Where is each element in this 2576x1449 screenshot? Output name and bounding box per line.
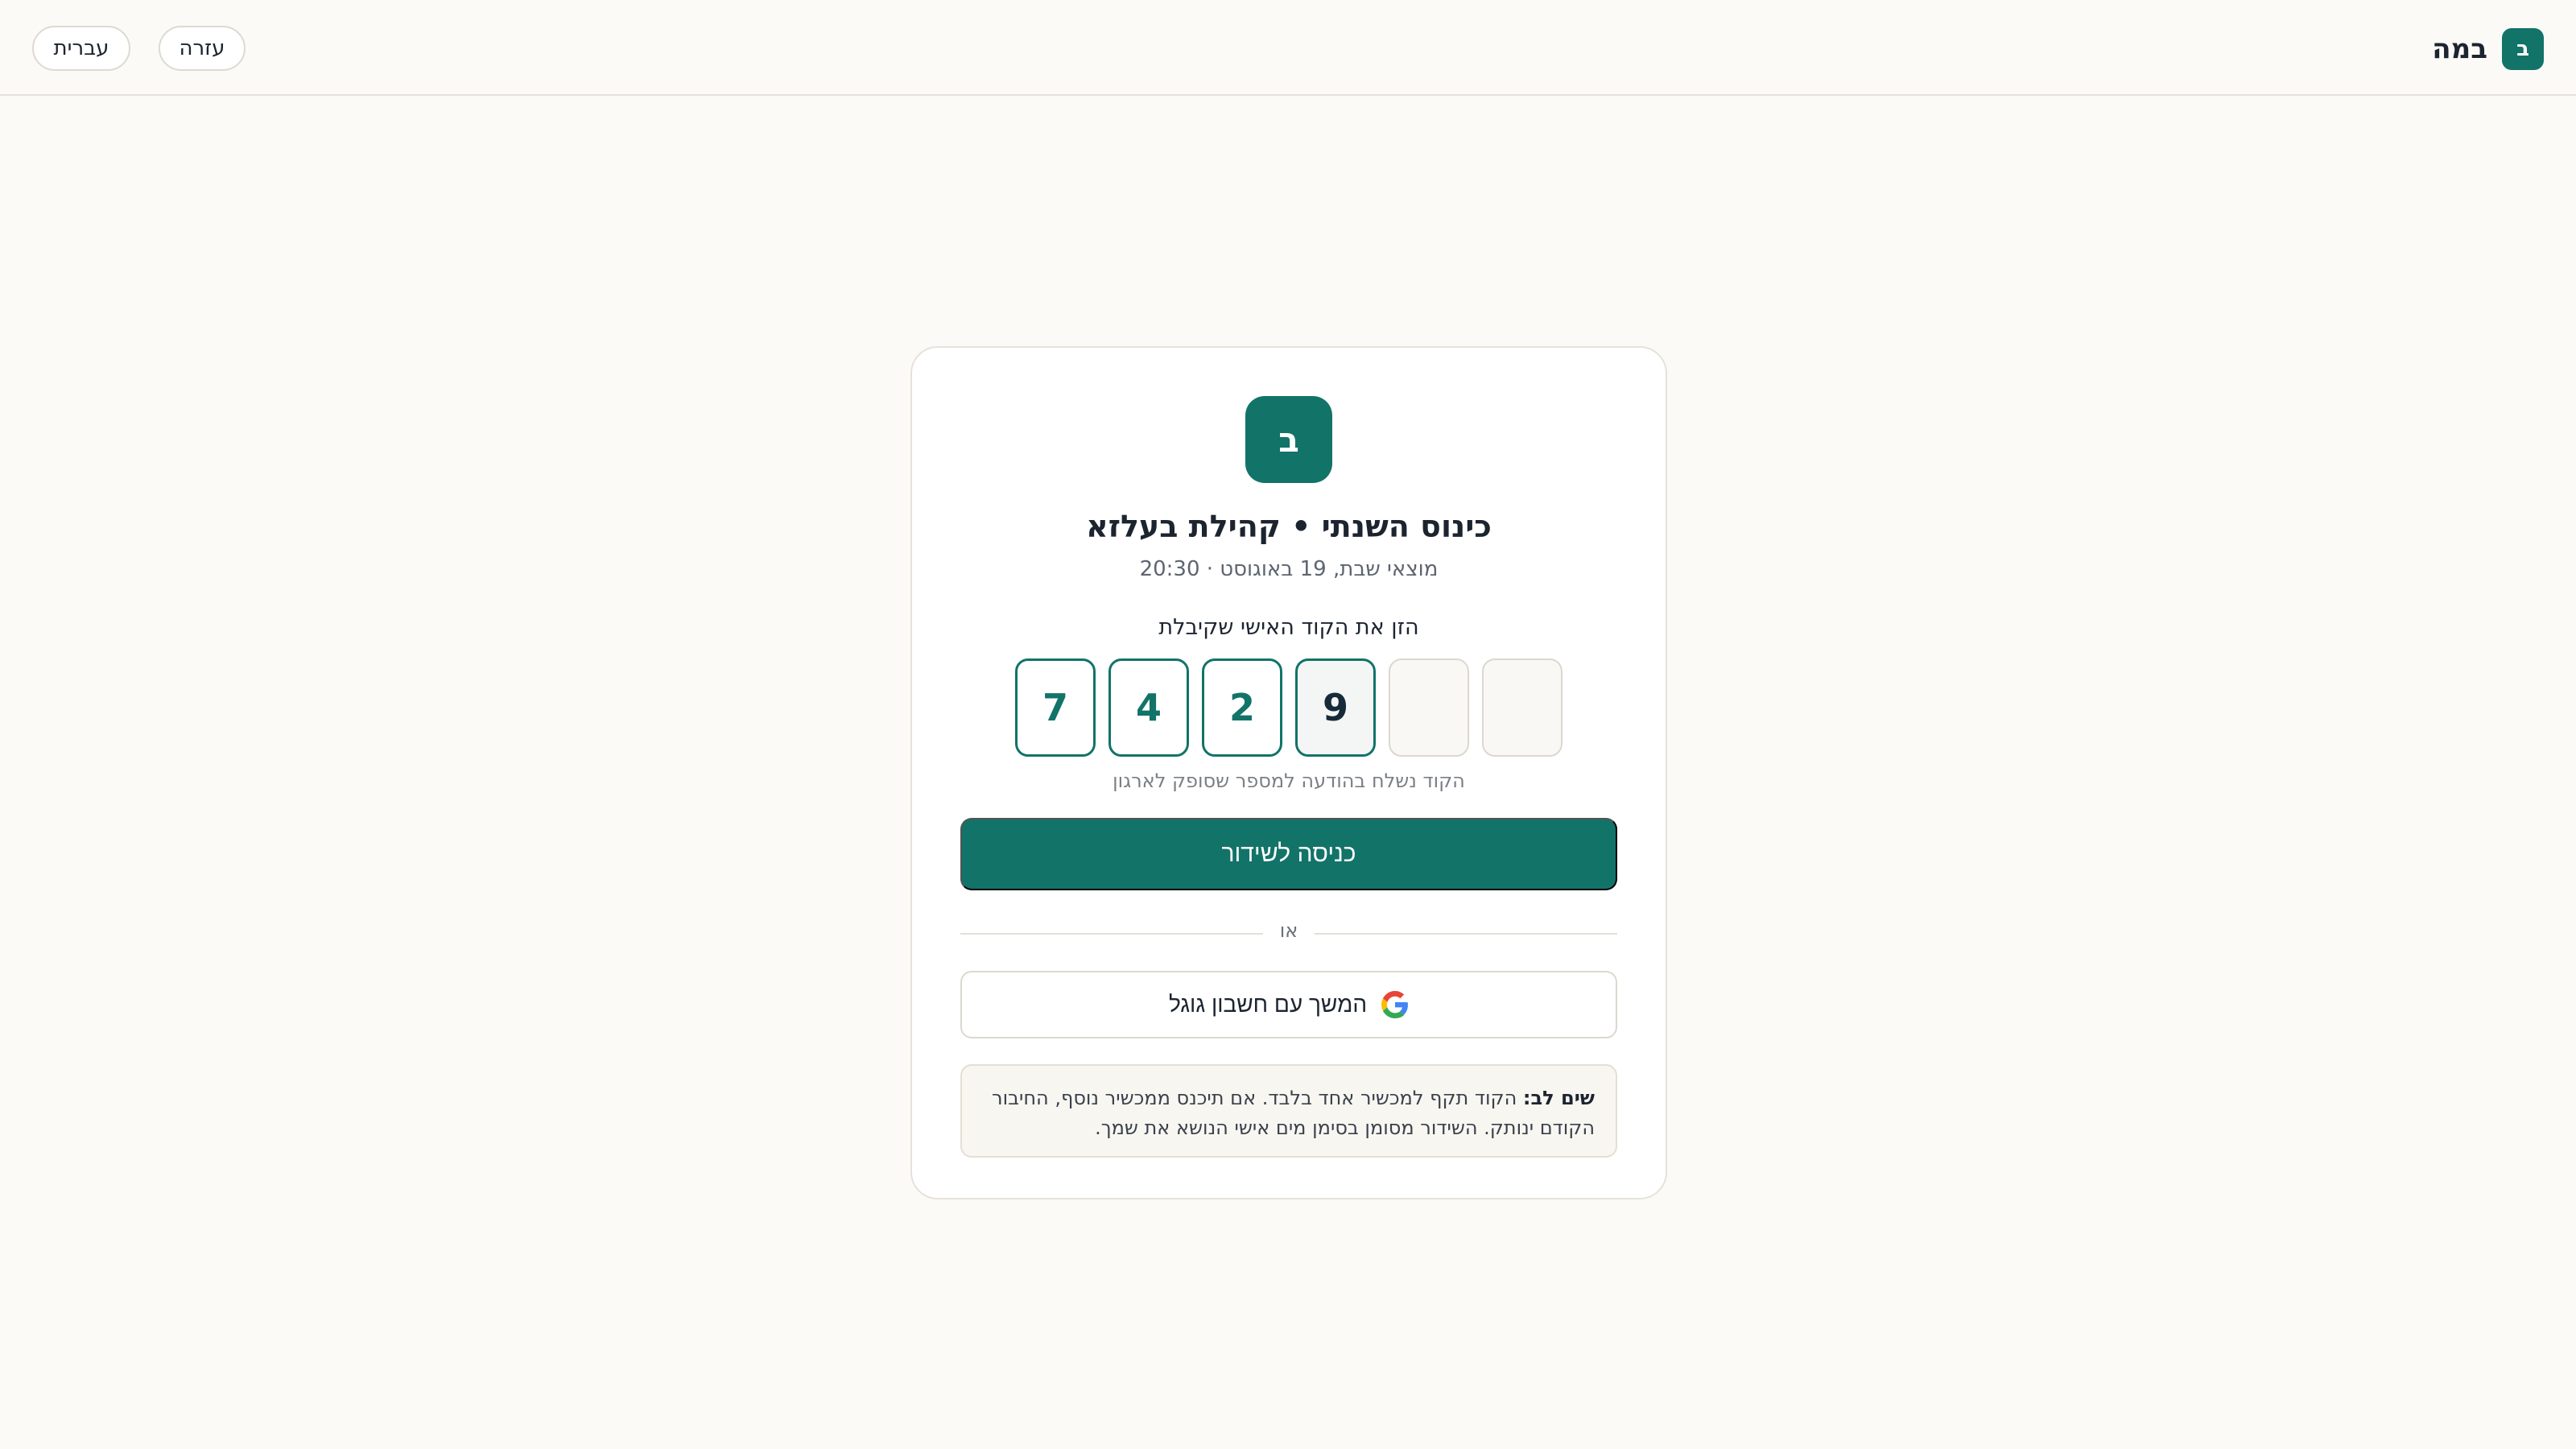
code-digit-4[interactable]: 9 — [1295, 658, 1376, 757]
code-digit-5[interactable] — [1389, 658, 1469, 757]
divider-label: או — [1279, 919, 1298, 942]
google-signin-button[interactable]: המשך עם חשבון גוגל — [960, 971, 1617, 1038]
code-digit-3[interactable]: 2 — [1202, 658, 1282, 757]
language-button[interactable]: עברית — [32, 26, 130, 71]
code-prompt: הזן את הקוד האישי שקיבלת — [1158, 615, 1419, 640]
event-logo-icon: ב — [1245, 396, 1332, 483]
event-title: כינוס השנתי • קהילת בעלזא — [1086, 509, 1492, 544]
or-divider: או — [960, 919, 1617, 947]
brand-logo-icon: ב — [2502, 28, 2544, 70]
device-notice: שים לב: הקוד תקף למכשיר אחד בלבד. אם תיכ… — [960, 1064, 1617, 1158]
code-digit-2[interactable]: 4 — [1108, 658, 1189, 757]
top-bar: ב במה עזרה עברית — [0, 0, 2576, 96]
notice-title: שים לב: — [1522, 1087, 1595, 1109]
google-icon — [1381, 991, 1409, 1018]
code-hint: הקוד נשלח בהודעה למספר שסופק לארגון — [1113, 770, 1465, 792]
notice-text: הקוד תקף למכשיר אחד בלבד. אם תיכנס ממכשי… — [992, 1087, 1595, 1139]
event-datetime: מוצאי שבת, 19 באוגוסט · 20:30 — [1139, 557, 1439, 581]
code-digit-1[interactable]: 7 — [1015, 658, 1096, 757]
code-digit-6[interactable] — [1482, 658, 1563, 757]
enter-broadcast-button[interactable]: כניסה לשידור — [960, 818, 1617, 890]
brand[interactable]: ב במה — [2432, 27, 2544, 71]
login-card: ב כינוס השנתי • קהילת בעלזא מוצאי שבת, 1… — [910, 346, 1667, 1199]
google-button-label: המשך עם חשבון גוגל — [1168, 992, 1368, 1017]
help-button[interactable]: עזרה — [159, 26, 246, 71]
brand-name: במה — [2432, 33, 2487, 65]
